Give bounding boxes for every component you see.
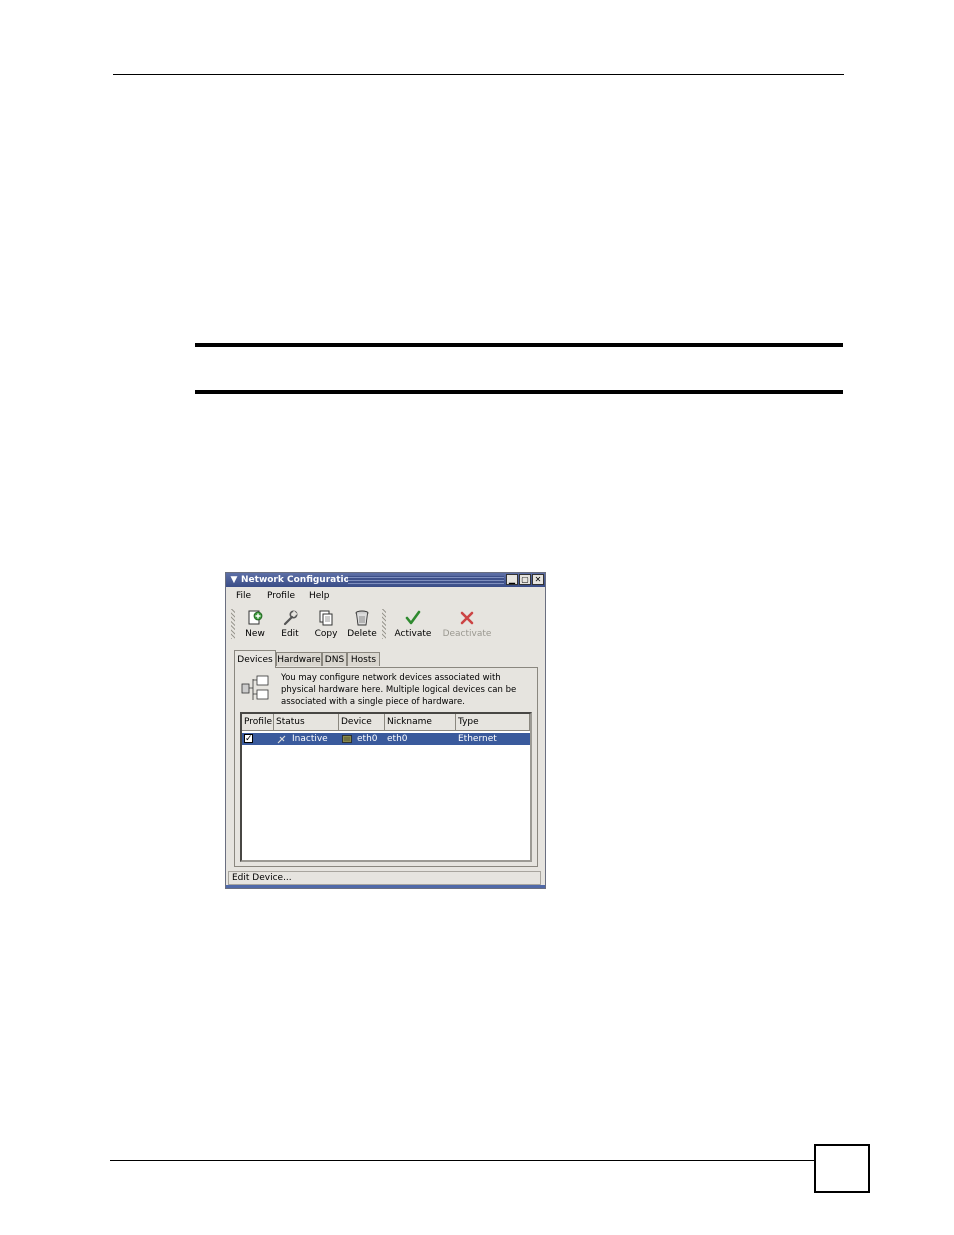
note-top-rule bbox=[195, 343, 843, 347]
toolbar: New Edit Copy Delete Activate Deactivate bbox=[226, 607, 545, 645]
column-header-nickname[interactable]: Nickname bbox=[385, 714, 456, 731]
status-strip bbox=[226, 885, 545, 888]
edit-label: Edit bbox=[281, 629, 299, 639]
title-bar[interactable]: ▼ Network Configuration ▁ ▢ ✕ bbox=[226, 573, 545, 587]
window-title: Network Configuration bbox=[241, 575, 357, 585]
edit-button[interactable]: Edit bbox=[278, 609, 302, 639]
menu-bar: File Profile Help bbox=[226, 589, 545, 605]
column-header-device[interactable]: Device bbox=[339, 714, 385, 731]
window-menu-icon[interactable]: ▼ bbox=[228, 574, 240, 586]
column-header-profile[interactable]: Profile bbox=[242, 714, 274, 731]
activate-label: Activate bbox=[394, 629, 432, 639]
info-line-1: You may configure network devices associ… bbox=[281, 673, 501, 683]
menu-profile[interactable]: Profile bbox=[267, 591, 295, 601]
network-configuration-window: ▼ Network Configuration ▁ ▢ ✕ File Profi… bbox=[225, 572, 546, 889]
info-line-2: physical hardware here. Multiple logical… bbox=[281, 685, 517, 695]
info-line-3: associated with a single piece of hardwa… bbox=[281, 697, 465, 707]
column-header-status[interactable]: Status bbox=[274, 714, 339, 731]
menu-file[interactable]: File bbox=[236, 591, 251, 601]
menu-help[interactable]: Help bbox=[309, 591, 330, 601]
delete-button[interactable]: Delete bbox=[346, 609, 378, 639]
activate-button[interactable]: Activate bbox=[392, 609, 434, 639]
status-bar: Edit Device... bbox=[228, 871, 541, 885]
x-icon bbox=[460, 611, 474, 625]
maximize-button[interactable]: ▢ bbox=[519, 574, 531, 585]
new-label: New bbox=[245, 629, 265, 639]
copy-label: Copy bbox=[314, 629, 338, 639]
copy-button[interactable]: Copy bbox=[313, 609, 339, 639]
ethernet-card-icon bbox=[342, 735, 352, 743]
tab-hosts[interactable]: Hosts bbox=[347, 652, 380, 666]
new-button[interactable]: New bbox=[242, 609, 268, 639]
title-bar-texture bbox=[348, 576, 504, 584]
tab-hardware[interactable]: Hardware bbox=[276, 652, 322, 666]
footer-rule bbox=[110, 1160, 814, 1161]
tab-dns[interactable]: DNS bbox=[322, 652, 347, 666]
check-icon bbox=[405, 610, 421, 625]
page-number-box bbox=[814, 1144, 870, 1193]
table-row[interactable]: ✓ Inactive eth0 eth0 Ethernet bbox=[242, 733, 530, 745]
trash-icon bbox=[355, 610, 369, 626]
deactivate-label: Deactivate bbox=[442, 629, 492, 639]
copy-icon bbox=[319, 610, 333, 626]
type-cell: Ethernet bbox=[458, 734, 497, 744]
nickname-cell: eth0 bbox=[387, 734, 408, 744]
status-cell: Inactive bbox=[292, 734, 328, 744]
inactive-status-icon bbox=[277, 735, 286, 744]
delete-label: Delete bbox=[347, 629, 377, 639]
toolbar-handle-2[interactable] bbox=[382, 609, 386, 639]
profile-checkbox[interactable]: ✓ bbox=[244, 734, 253, 744]
toolbar-handle[interactable] bbox=[231, 609, 235, 639]
device-cell: eth0 bbox=[357, 734, 378, 744]
header-rule bbox=[113, 74, 844, 75]
devices-panel: You may configure network devices associ… bbox=[234, 667, 538, 867]
new-icon bbox=[248, 610, 263, 625]
minimize-button[interactable]: ▁ bbox=[506, 574, 518, 585]
column-header-type[interactable]: Type bbox=[456, 714, 530, 731]
devices-list[interactable]: Profile Status Device Nickname Type ✓ In… bbox=[240, 712, 532, 862]
network-devices-icon bbox=[241, 675, 269, 700]
note-bottom-rule bbox=[195, 390, 843, 394]
close-button[interactable]: ✕ bbox=[532, 574, 544, 585]
info-description: You may configure network devices associ… bbox=[281, 672, 531, 708]
wrench-icon bbox=[283, 610, 298, 626]
tab-devices[interactable]: Devices bbox=[234, 650, 276, 668]
deactivate-button[interactable]: Deactivate bbox=[442, 609, 492, 639]
